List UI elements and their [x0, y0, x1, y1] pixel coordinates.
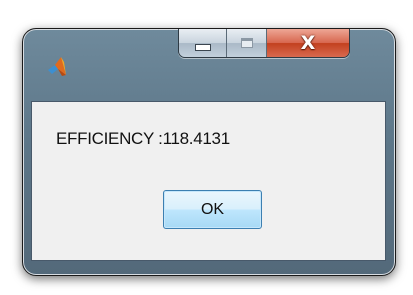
- matlab-logo-icon: [48, 57, 66, 76]
- dialog-window: X: [22, 28, 396, 276]
- close-icon: X: [300, 31, 316, 54]
- minimize-button[interactable]: [179, 29, 227, 57]
- dialog-message: EFFICIENCY :118.4131: [56, 129, 230, 148]
- maximize-icon: [240, 38, 253, 48]
- close-button[interactable]: X: [267, 29, 349, 57]
- maximize-button[interactable]: [227, 29, 267, 57]
- ok-button[interactable]: OK: [163, 190, 262, 229]
- caption-buttons: X: [178, 29, 350, 58]
- dialog-client-area: [31, 101, 386, 261]
- minimize-icon: [194, 43, 211, 51]
